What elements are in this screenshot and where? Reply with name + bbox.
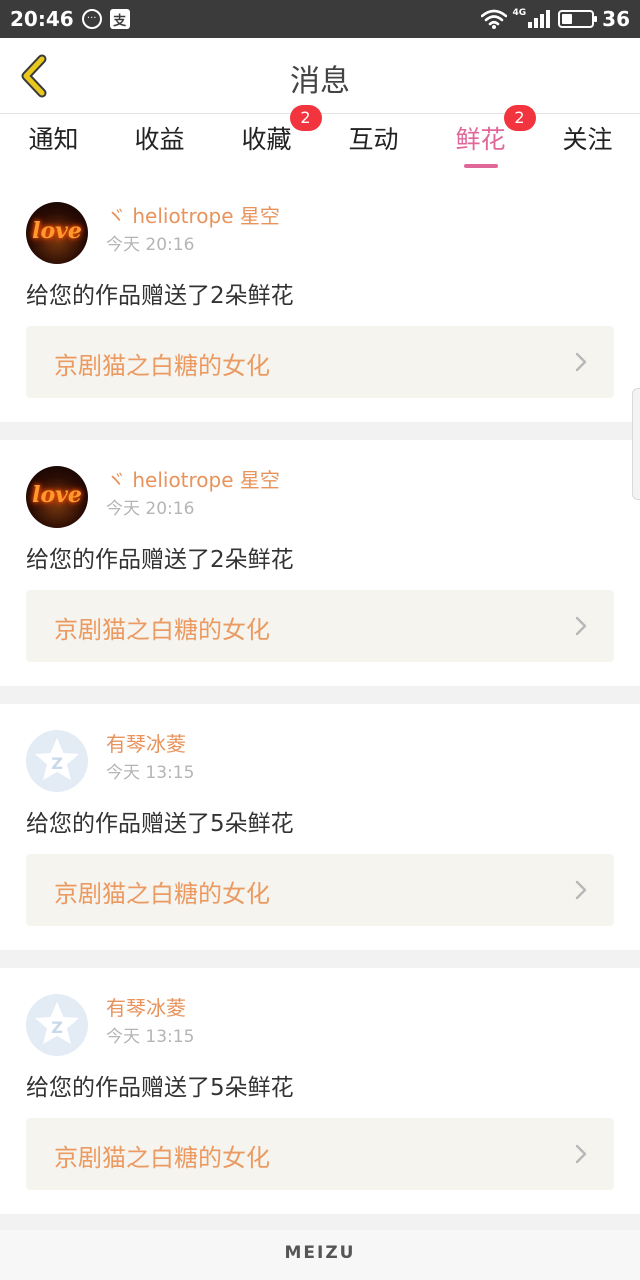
qq-star-avatar[interactable]: Z — [26, 994, 88, 1056]
scrollbar-handle[interactable] — [632, 388, 640, 500]
tab-favorites[interactable]: 收藏 2 — [213, 105, 322, 176]
message-card: Z 有琴冰菱 今天 13:15 给您的作品赠送了5朵鲜花 京剧猫之白糖的女化 — [0, 704, 640, 950]
sender-name[interactable]: 有琴冰菱 — [106, 728, 186, 757]
work-link[interactable]: 京剧猫之白糖的女化 — [26, 854, 614, 926]
tab-label: 通知 — [28, 125, 79, 154]
status-bar: 20:46 ··· 支 4G 36 — [0, 0, 640, 38]
message-text: 给您的作品赠送了5朵鲜花 — [26, 1075, 294, 1101]
message-time: 今天 20:16 — [106, 235, 195, 255]
tab-bar: 通知 收益 收藏 2 互动 鲜花 2 关注 — [0, 105, 640, 176]
tab-notice[interactable]: 通知 — [0, 114, 107, 176]
message-card: love ヾ heliotrope 星空 今天 20:16 给您的作品赠送了2朵… — [0, 176, 640, 422]
work-title: 京剧猫之白糖的女化 — [54, 1144, 270, 1172]
tab-earnings[interactable]: 收益 — [106, 114, 213, 176]
love-fire-avatar-art: love — [32, 218, 82, 244]
qq-star-avatar[interactable]: Z — [26, 730, 88, 792]
network-type: 4G — [512, 8, 527, 18]
chat-bubble-icon: ··· — [81, 9, 102, 29]
alipay-icon: 支 — [109, 9, 130, 29]
sender-name[interactable]: 有琴冰菱 — [106, 992, 186, 1021]
message-card: Z 有琴冰菱 今天 13:15 给您的作品赠送了5朵鲜花 京剧猫之白糖的女化 — [0, 968, 640, 1214]
message-text: 给您的作品赠送了2朵鲜花 — [26, 547, 294, 573]
sender-name[interactable]: ヾ heliotrope 星空 — [106, 200, 280, 229]
signal-icon — [528, 10, 552, 28]
chevron-right-icon — [575, 1144, 587, 1164]
active-tab-indicator — [463, 164, 498, 168]
svg-text:Z: Z — [51, 754, 63, 773]
work-link[interactable]: 京剧猫之白糖的女化 — [26, 326, 614, 398]
tab-label: 鲜花 2 — [455, 105, 536, 166]
work-link[interactable]: 京剧猫之白糖的女化 — [26, 1118, 614, 1190]
top-bar: 消息 — [0, 38, 640, 114]
message-text: 给您的作品赠送了5朵鲜花 — [26, 811, 294, 837]
tab-label: 收藏 2 — [241, 105, 322, 166]
work-title: 京剧猫之白糖的女化 — [54, 616, 270, 644]
svg-text:Z: Z — [51, 1018, 63, 1037]
message-card: love ヾ heliotrope 星空 今天 20:16 给您的作品赠送了2朵… — [0, 440, 640, 686]
tab-following[interactable]: 关注 — [534, 114, 640, 176]
tab-flowers[interactable]: 鲜花 2 — [427, 105, 536, 176]
tab-label: 互动 — [348, 125, 399, 154]
brand-logo: MEIZU — [284, 1243, 356, 1263]
star-icon: Z — [35, 1002, 79, 1044]
wifi-icon — [480, 9, 507, 29]
work-link[interactable]: 京剧猫之白糖的女化 — [26, 590, 614, 662]
status-time: 20:46 — [10, 7, 74, 31]
message-time: 今天 13:15 — [106, 1027, 195, 1047]
page-title: 消息 — [290, 64, 350, 99]
unread-badge: 2 — [289, 105, 322, 131]
unread-badge: 2 — [503, 105, 536, 131]
avatar[interactable]: love — [26, 202, 88, 264]
chevron-right-icon — [575, 616, 587, 636]
battery-percent: 36 — [602, 7, 630, 31]
avatar[interactable]: love — [26, 466, 88, 528]
tab-label: 关注 — [562, 125, 613, 154]
tab-interactions[interactable]: 互动 — [320, 114, 427, 176]
message-time: 今天 13:15 — [106, 763, 195, 783]
work-title: 京剧猫之白糖的女化 — [54, 880, 270, 908]
battery-icon — [558, 10, 598, 28]
message-text: 给您的作品赠送了2朵鲜花 — [26, 283, 294, 309]
work-title: 京剧猫之白糖的女化 — [54, 352, 270, 380]
chevron-right-icon — [575, 880, 587, 900]
chevron-right-icon — [575, 352, 587, 372]
device-bottom-bar: MEIZU — [0, 1230, 640, 1280]
sender-name[interactable]: ヾ heliotrope 星空 — [106, 464, 280, 493]
star-icon: Z — [35, 738, 79, 780]
tab-label: 收益 — [134, 125, 185, 154]
status-right-group: 4G 36 — [473, 7, 630, 31]
message-time: 今天 20:16 — [106, 499, 195, 519]
battery-fill — [562, 14, 573, 24]
love-fire-avatar-art: love — [32, 482, 82, 508]
